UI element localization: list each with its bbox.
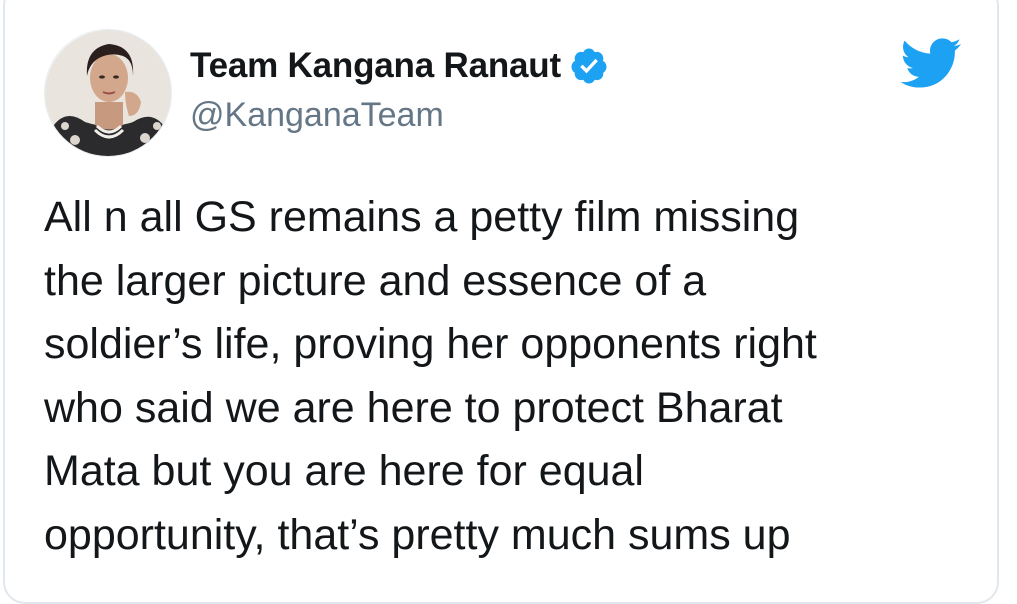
tweet-text-line: opportunity, that’s pretty much sums up: [44, 510, 791, 559]
verified-badge-icon: [569, 46, 609, 86]
avatar[interactable]: [44, 29, 172, 157]
tweet-text-line: Mata but you are here for equal: [44, 447, 644, 495]
author-name-row[interactable]: Team Kangana Ranaut: [190, 44, 609, 88]
tweet-text-line: the larger picture and essence of a: [44, 256, 707, 305]
author-handle[interactable]: @KanganaTeam: [190, 96, 444, 135]
tweet-text-line: who said we are here to protect Bharat: [44, 383, 783, 432]
tweet-text-line: All n all GS remains a petty film missin…: [44, 193, 800, 241]
tweet-text-line: soldier’s life, proving her opponents ri…: [44, 320, 817, 368]
author-display-name[interactable]: Team Kangana Ranaut: [190, 46, 561, 86]
tweet-text: All n all GS remains a petty film missin…: [44, 186, 974, 567]
twitter-bird-icon[interactable]: [898, 36, 962, 90]
